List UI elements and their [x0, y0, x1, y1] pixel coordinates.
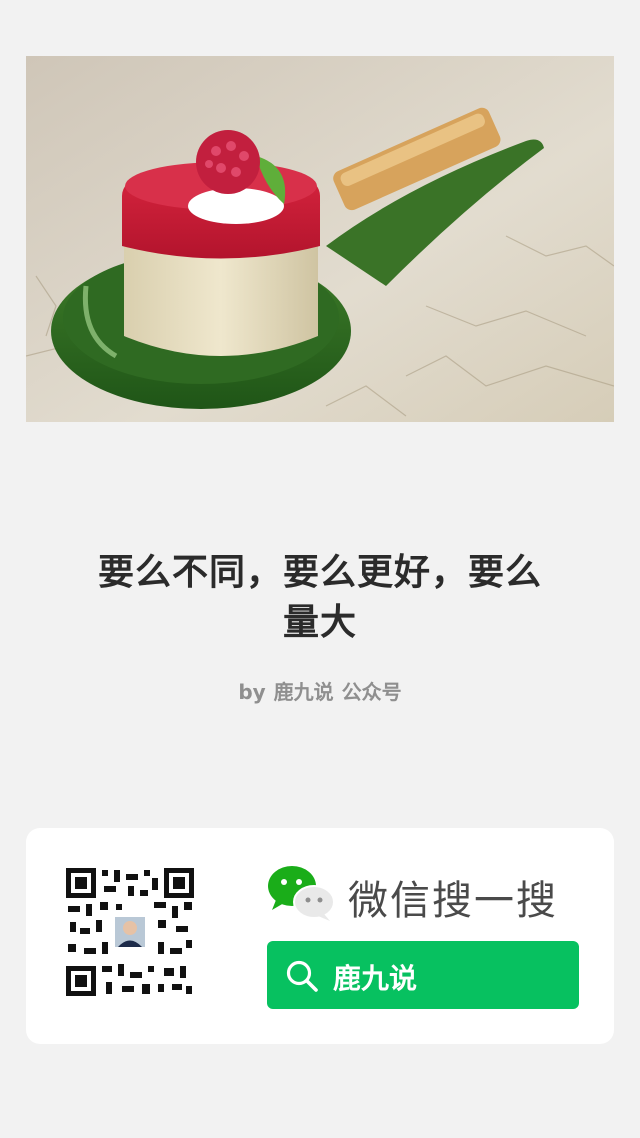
wechat-search-card: 微信搜一搜 鹿九说 — [26, 828, 614, 1044]
search-query: 鹿九说 — [333, 962, 418, 995]
byline-prefix: by — [238, 680, 266, 704]
title-line-1: 要么不同，要么更好，要么 — [97, 552, 542, 593]
author-name: 鹿九说 — [273, 680, 334, 704]
title-line-2: 量大 — [282, 602, 357, 643]
search-button[interactable]: 鹿九说 — [267, 941, 579, 1009]
search-heading: 微信搜一搜 — [348, 878, 558, 924]
article-title: 要么不同，要么更好，要么 量大 — [50, 548, 590, 648]
search-icon — [286, 960, 318, 992]
account-type: 公众号 — [341, 680, 402, 704]
byline: by 鹿九说 公众号 — [0, 676, 640, 705]
cake-photo — [26, 56, 614, 422]
wechat-icon — [268, 866, 335, 921]
qr-code-icon — [66, 868, 194, 996]
hero-image — [26, 56, 614, 422]
